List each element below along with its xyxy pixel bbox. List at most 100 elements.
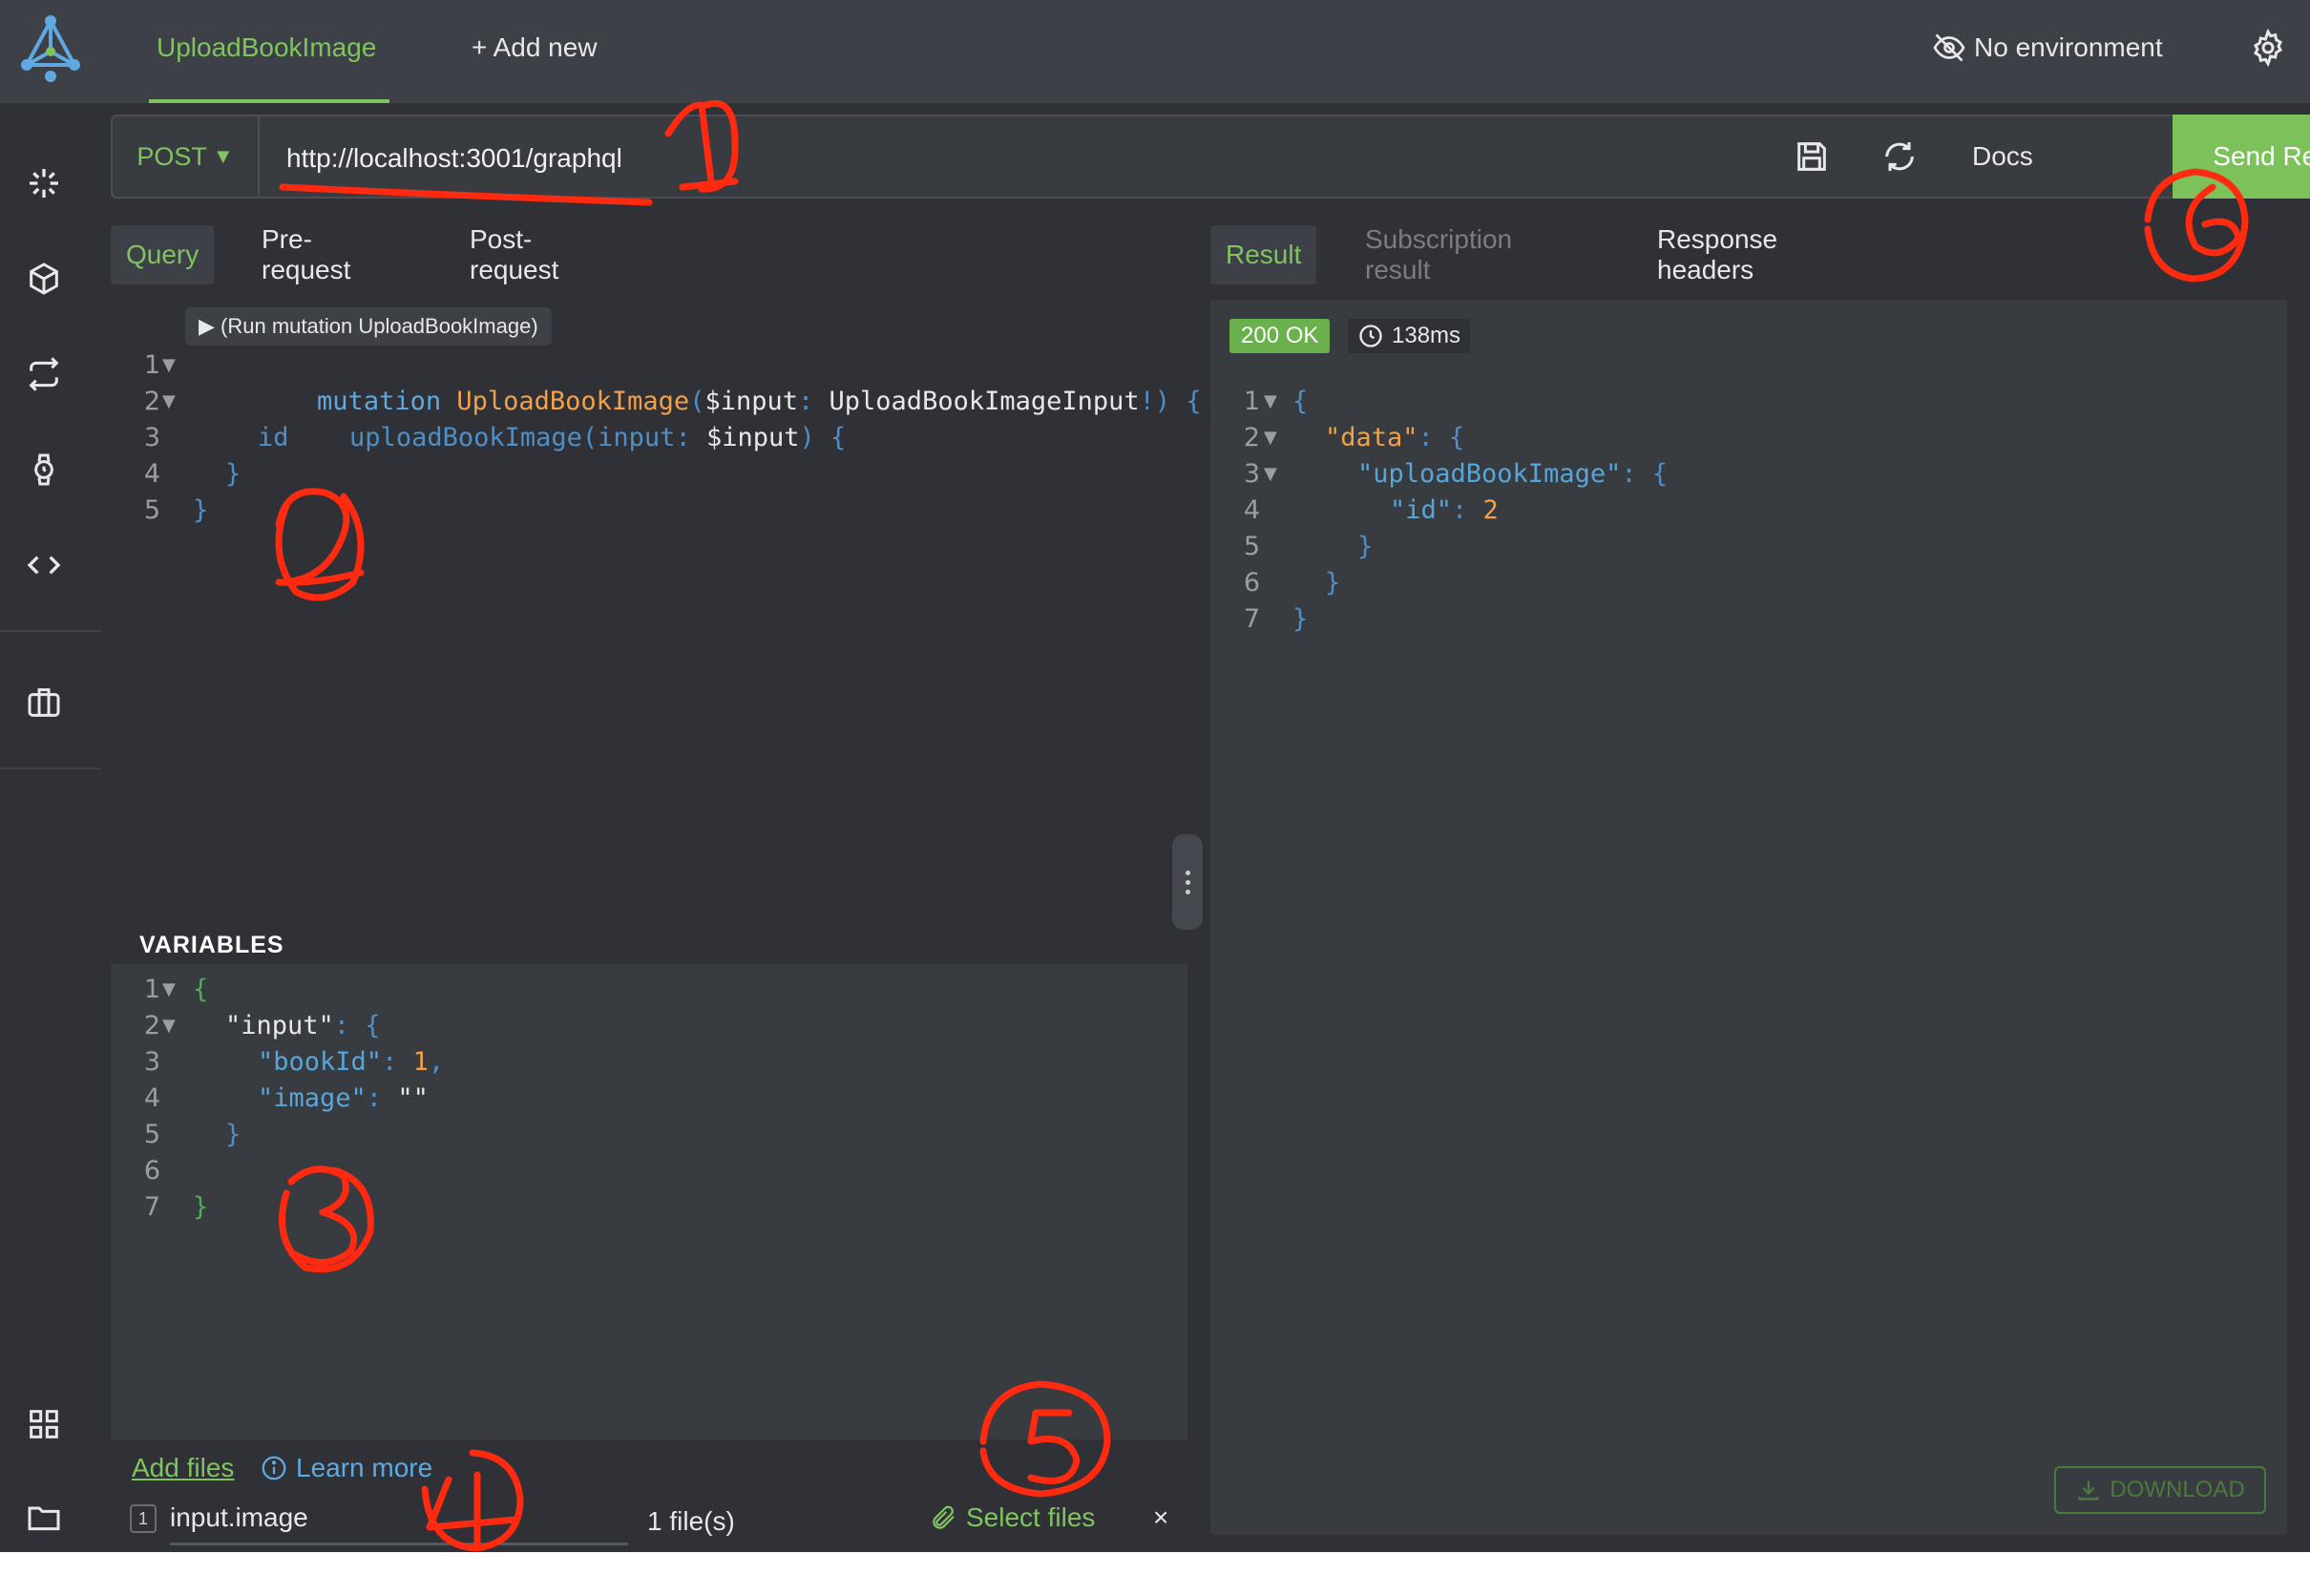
punctuation: ( xyxy=(581,423,598,452)
pane-resize-handle[interactable] xyxy=(1172,834,1203,930)
tab-response-headers[interactable]: Response headers xyxy=(1642,224,1793,284)
run-mutation-button[interactable]: ▶ (Run mutation UploadBookImage) xyxy=(185,307,552,346)
line-number: 5 xyxy=(143,495,160,525)
settings-gear-icon[interactable] xyxy=(2249,29,2287,67)
tab-query[interactable]: Query xyxy=(111,225,215,284)
file-index-badge: 1 xyxy=(130,1504,157,1533)
select-files-button[interactable]: Select files xyxy=(930,1502,1095,1533)
punctuation: { xyxy=(814,423,847,452)
learn-more-link[interactable]: Learn more xyxy=(260,1453,432,1483)
fold-caret-icon[interactable]: ▼ xyxy=(162,384,181,420)
json-key: "image" xyxy=(258,1083,367,1113)
punctuation: : xyxy=(675,423,706,452)
paperclip-icon xyxy=(933,1505,955,1529)
method-label: POST xyxy=(136,141,207,171)
clock-icon xyxy=(1359,325,1382,347)
json-key: "input" xyxy=(225,1011,334,1040)
tab-post-request[interactable]: Post-request xyxy=(454,224,574,284)
remove-file-button[interactable]: × xyxy=(1153,1502,1168,1533)
punctuation: { xyxy=(1170,387,1202,416)
code-brackets-icon[interactable] xyxy=(25,546,63,584)
fold-caret-icon[interactable]: ▼ xyxy=(162,347,181,384)
cube-icon[interactable] xyxy=(25,260,63,298)
line-number: 7 xyxy=(1243,604,1260,634)
tab-result[interactable]: Result xyxy=(1210,225,1317,284)
punctuation: } xyxy=(1357,532,1374,561)
folder-icon[interactable] xyxy=(25,1499,63,1537)
loading-spinner-icon[interactable] xyxy=(25,164,63,202)
url-input[interactable]: http://localhost:3001/graphql xyxy=(286,143,622,174)
punctuation: : { xyxy=(333,1011,381,1040)
repeat-arrows-icon[interactable] xyxy=(25,355,63,393)
briefcase-icon[interactable] xyxy=(25,683,63,722)
punctuation: : xyxy=(366,1083,398,1113)
field-name: id xyxy=(258,423,289,452)
line-number: 7 xyxy=(143,1192,160,1222)
punctuation: } xyxy=(193,1192,209,1222)
select-files-label: Select files xyxy=(966,1502,1096,1532)
docs-button[interactable]: Docs xyxy=(1972,141,2033,172)
response-time: 138ms xyxy=(1392,323,1461,348)
save-icon[interactable] xyxy=(1793,137,1831,176)
tab-uploadbookimage[interactable]: UploadBookImage xyxy=(149,0,389,103)
eye-off-icon xyxy=(1933,33,1965,62)
variables-label: VARIABLES xyxy=(139,932,284,958)
fold-caret-icon[interactable]: ▼ xyxy=(1264,456,1283,493)
status-badge: 200 OK xyxy=(1229,319,1331,353)
files-bar: Add files Learn more 1 input.image 1 fil… xyxy=(111,1439,1187,1552)
punctuation: : xyxy=(1452,495,1483,525)
json-number: 1 xyxy=(412,1047,429,1077)
method-selector[interactable]: POST ▼ xyxy=(113,116,260,197)
send-request-button[interactable]: Send Request xyxy=(2173,115,2310,199)
json-key: "id" xyxy=(1390,495,1453,525)
environment-label: No environment xyxy=(1974,32,2163,62)
left-sidebar xyxy=(0,103,101,1552)
caret-down-icon: ▼ xyxy=(212,144,234,168)
line-number: 1 xyxy=(143,350,160,380)
json-key: "data" xyxy=(1325,423,1418,452)
punctuation: , xyxy=(428,1047,445,1077)
line-number: 5 xyxy=(143,1120,160,1149)
line-number: 4 xyxy=(1243,495,1260,525)
sidebar-divider xyxy=(0,630,101,632)
line-number: 6 xyxy=(143,1156,160,1186)
add-new-tab-button[interactable]: + Add new xyxy=(472,32,598,63)
fold-caret-icon[interactable]: ▼ xyxy=(162,1008,181,1044)
punctuation: : { xyxy=(1621,459,1669,489)
fold-caret-icon[interactable]: ▼ xyxy=(162,972,181,1008)
line-number: 4 xyxy=(143,459,160,489)
punctuation: ) xyxy=(799,423,815,452)
punctuation: } xyxy=(1325,568,1341,598)
environment-selector[interactable]: No environment xyxy=(1932,29,2163,67)
json-number: 2 xyxy=(1482,495,1499,525)
line-number: 1 xyxy=(1243,387,1260,416)
punctuation: } xyxy=(225,1120,242,1149)
line-number: 5 xyxy=(1243,532,1260,561)
refresh-schema-icon[interactable] xyxy=(1880,137,1919,176)
argument-name: input xyxy=(598,423,676,452)
grid-apps-icon[interactable] xyxy=(25,1405,63,1443)
tab-subscription-result[interactable]: Subscription result xyxy=(1350,224,1527,284)
type-name: UploadBookImageInput xyxy=(829,387,1140,416)
download-icon xyxy=(2078,1480,2099,1501)
active-tab-underline xyxy=(149,99,389,103)
file-variable-name-input[interactable]: input.image xyxy=(170,1502,308,1533)
url-bar: POST ▼ http://localhost:3001/graphql Doc… xyxy=(111,115,2310,199)
tab-pre-request[interactable]: Pre-request xyxy=(246,224,366,284)
punctuation: } xyxy=(193,495,209,525)
download-button[interactable]: DOWNLOAD xyxy=(2054,1466,2266,1514)
line-number: 3 xyxy=(143,423,160,452)
field-name: uploadBookImage xyxy=(349,423,582,452)
punctuation: !) xyxy=(1139,387,1171,416)
fold-caret-icon[interactable]: ▼ xyxy=(1264,420,1283,456)
add-files-link[interactable]: Add files xyxy=(132,1453,234,1483)
watch-icon[interactable] xyxy=(25,451,63,489)
app-window: UploadBookImage + Add new No environment xyxy=(0,0,2310,1552)
variable: $input xyxy=(705,423,800,452)
line-number: 3 xyxy=(1243,459,1260,489)
fold-caret-icon[interactable]: ▼ xyxy=(1264,384,1283,420)
line-number: 2 xyxy=(1243,423,1260,452)
punctuation: } xyxy=(225,459,242,489)
sidebar-divider xyxy=(0,767,101,769)
response-time-badge: 138ms xyxy=(1348,319,1471,353)
